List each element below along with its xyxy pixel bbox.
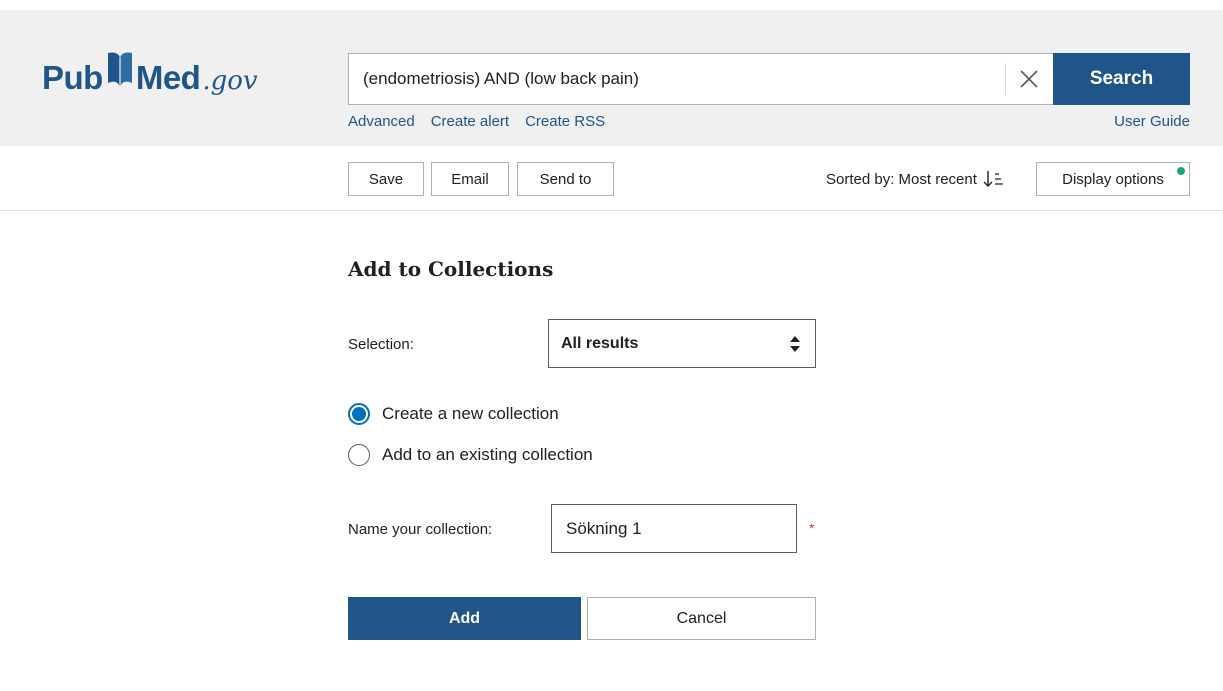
cancel-button[interactable]: Cancel bbox=[587, 597, 816, 640]
clear-search-button[interactable] bbox=[1005, 63, 1051, 95]
book-icon bbox=[105, 49, 135, 94]
user-guide-link[interactable]: User Guide bbox=[1114, 113, 1190, 130]
close-icon bbox=[1019, 70, 1038, 88]
create-rss-link[interactable]: Create RSS bbox=[525, 113, 605, 130]
create-alert-link[interactable]: Create alert bbox=[431, 113, 509, 130]
search-input[interactable] bbox=[349, 54, 1004, 104]
search-sub-links: Advanced Create alert Create RSS bbox=[348, 113, 605, 130]
send-to-button[interactable]: Send to bbox=[517, 162, 614, 196]
save-button[interactable]: Save bbox=[348, 162, 424, 196]
display-options-button[interactable]: Display options bbox=[1036, 162, 1190, 196]
collection-name-label: Name your collection: bbox=[348, 521, 493, 538]
notification-dot bbox=[1177, 167, 1185, 175]
sort-control[interactable]: Sorted by: Most recent bbox=[826, 170, 1003, 188]
header-bar: Pub Med .gov Search Advanced Create aler… bbox=[0, 10, 1223, 146]
search-box bbox=[348, 53, 1053, 105]
selection-select[interactable]: All results bbox=[548, 319, 816, 368]
radio-checked-icon[interactable] bbox=[348, 403, 370, 425]
pubmed-logo[interactable]: Pub Med .gov bbox=[42, 46, 258, 94]
advanced-link[interactable]: Advanced bbox=[348, 113, 415, 130]
selection-label: Selection: bbox=[348, 336, 414, 353]
logo-text-med: Med bbox=[135, 59, 201, 96]
collections-title: Add to Collections bbox=[348, 257, 554, 281]
selection-value: All results bbox=[561, 334, 639, 352]
radio-add-existing[interactable]: Add to an existing collection bbox=[348, 444, 593, 466]
radio-unchecked-icon[interactable] bbox=[348, 444, 370, 466]
logo-text-pub: Pub bbox=[42, 59, 103, 96]
add-button[interactable]: Add bbox=[348, 597, 581, 640]
results-toolbar: Save Email Send to Sorted by: Most recen… bbox=[0, 146, 1223, 211]
required-marker: * bbox=[809, 520, 815, 536]
email-button[interactable]: Email bbox=[431, 162, 509, 196]
collection-name-input[interactable] bbox=[551, 504, 797, 553]
sort-arrows-icon bbox=[790, 336, 800, 352]
sort-descending-icon bbox=[983, 171, 1003, 187]
radio-create-new[interactable]: Create a new collection bbox=[348, 403, 559, 425]
search-button[interactable]: Search bbox=[1053, 53, 1190, 105]
logo-text-gov: .gov bbox=[202, 66, 258, 96]
display-options-label: Display options bbox=[1062, 170, 1164, 188]
radio-add-existing-label: Add to an existing collection bbox=[382, 445, 593, 464]
sort-label: Sorted by: Most recent bbox=[826, 170, 977, 188]
radio-create-new-label: Create a new collection bbox=[382, 404, 559, 423]
